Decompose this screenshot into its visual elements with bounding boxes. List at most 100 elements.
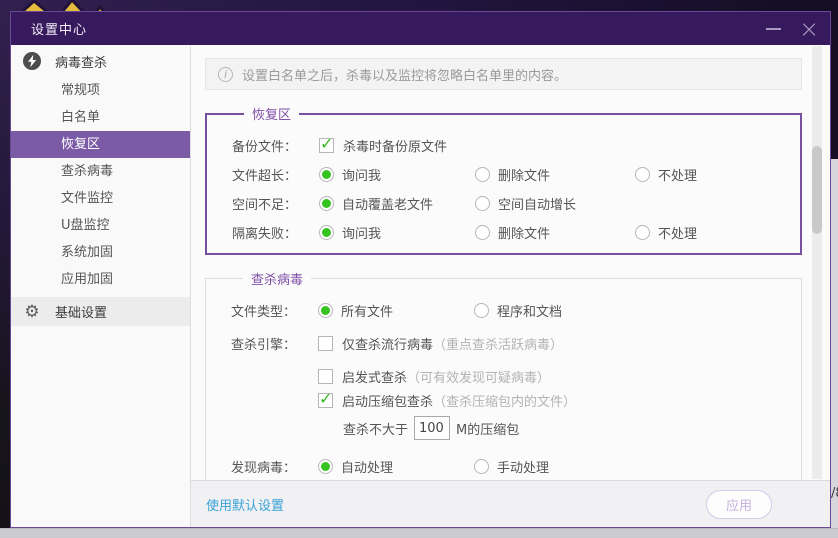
close-icon: ×: [799, 19, 819, 39]
file-too-long-row: 文件超长： 询问我 删除文件 不处理: [232, 160, 800, 189]
sidebar-item-whitelist[interactable]: 白名单: [11, 104, 190, 131]
checkbox-label: 启发式查杀（可有效发现可疑病毒）: [342, 367, 550, 386]
sidebar-group-basic-settings[interactable]: ⚙ 基础设置: [11, 297, 190, 326]
sidebar: 病毒查杀 常规项 白名单 恢复区 查杀病毒 文件监控 U盘监控 系统加固 应用加…: [11, 45, 191, 527]
info-icon: i: [218, 67, 233, 82]
radio-icon: [475, 167, 490, 182]
sidebar-item-scan-virus[interactable]: 查杀病毒: [11, 158, 190, 185]
settings-window: 设置中心 × 病毒查杀 常规项 白名单 恢复区 查杀病毒: [10, 11, 831, 528]
checkbox-hint: （可有效发现可疑病毒）: [407, 371, 550, 386]
minimize-button[interactable]: [760, 16, 786, 42]
radio-file-too-long-delete[interactable]: 删除文件: [475, 165, 635, 184]
sidebar-item-system-hardening[interactable]: 系统加固: [11, 239, 190, 266]
engine-row-popular: 查杀引擎： 仅查杀流行病毒（重点查杀活跃病毒）: [231, 329, 801, 358]
popular-virus-only-checkbox[interactable]: 仅查杀流行病毒（重点查杀活跃病毒）: [318, 334, 563, 353]
sidebar-group-virus-scan[interactable]: 病毒查杀: [11, 45, 190, 77]
radio-label: 自动覆盖老文件: [342, 194, 433, 213]
desktop-background-top: [0, 0, 838, 11]
sidebar-item-recovery[interactable]: 恢复区: [11, 131, 190, 158]
row-label: 空间不足：: [232, 194, 319, 213]
page-indicator: /8: [831, 486, 838, 501]
content-footer: 使用默认设置 应用: [191, 480, 830, 527]
virus-scan-icon: [23, 52, 41, 70]
radio-file-too-long-ask[interactable]: 询问我: [319, 165, 475, 184]
quarantine-fail-row: 隔离失败： 询问我 删除文件 不处理: [232, 218, 800, 247]
desktop-background-left: [0, 11, 10, 528]
radio-icon: [318, 459, 333, 474]
low-space-row: 空间不足： 自动覆盖老文件 空间自动增长: [232, 189, 800, 218]
radio-found-manual[interactable]: 手动处理: [474, 457, 549, 476]
sidebar-item-usb-monitor[interactable]: U盘监控: [11, 212, 190, 239]
radio-label: 自动处理: [341, 457, 393, 476]
checkbox-hint: （查杀压缩包内的文件）: [433, 395, 576, 410]
notice-bar: i 设置白名单之后，杀毒以及监控将忽略白名单里的内容。: [205, 58, 802, 90]
screen: /8 设置中心 × 病毒查杀: [0, 0, 838, 538]
archive-size-input[interactable]: [414, 416, 450, 440]
checkbox-icon: [318, 393, 333, 408]
scrollbar-thumb[interactable]: [812, 146, 822, 234]
use-defaults-link[interactable]: 使用默认设置: [206, 495, 284, 514]
radio-label: 询问我: [342, 165, 381, 184]
radio-label: 询问我: [342, 223, 381, 242]
row-label: 备份文件：: [232, 136, 319, 155]
checkbox-hint: （重点查杀活跃病毒）: [433, 338, 563, 353]
row-label: 文件超长：: [232, 165, 319, 184]
checkbox-label: 启动压缩包查杀（查杀压缩包内的文件）: [342, 391, 576, 410]
vertical-scrollbar[interactable]: [812, 46, 822, 479]
sidebar-item-file-monitor[interactable]: 文件监控: [11, 185, 190, 212]
radio-icon: [319, 225, 334, 240]
radio-icon: [475, 225, 490, 240]
radio-label: 删除文件: [498, 223, 550, 242]
row-label: 查杀引擎：: [231, 334, 318, 353]
radio-label: 不处理: [658, 223, 697, 242]
radio-file-too-long-ignore[interactable]: 不处理: [635, 165, 697, 184]
radio-label: 删除文件: [498, 165, 550, 184]
row-label: 发现病毒：: [231, 457, 318, 476]
radio-file-type-programs-docs[interactable]: 程序和文档: [474, 301, 562, 320]
close-button[interactable]: ×: [796, 16, 822, 42]
sidebar-item-app-hardening[interactable]: 应用加固: [11, 266, 190, 293]
radio-label: 不处理: [658, 165, 697, 184]
radio-low-space-autogrow[interactable]: 空间自动增长: [475, 194, 576, 213]
backup-original-checkbox[interactable]: 杀毒时备份原文件: [319, 136, 447, 155]
checkbox-icon: [319, 138, 334, 153]
radio-icon: [319, 167, 334, 182]
recovery-section-title: 恢复区: [244, 104, 299, 123]
background-window-dark-area: [831, 11, 838, 159]
desktop-background-bottom: [0, 528, 838, 538]
scan-virus-section-title: 查杀病毒: [243, 269, 311, 288]
radio-icon: [635, 225, 650, 240]
gear-icon: ⚙: [23, 302, 41, 322]
desktop-background-right: /8: [831, 11, 838, 528]
radio-low-space-overwrite[interactable]: 自动覆盖老文件: [319, 194, 475, 213]
file-type-row: 文件类型： 所有文件 程序和文档: [231, 296, 801, 325]
apply-button[interactable]: 应用: [706, 490, 772, 519]
sidebar-group-label: 基础设置: [55, 302, 107, 321]
radio-icon: [475, 196, 490, 211]
scan-virus-section: 查杀病毒 文件类型： 所有文件 程序和文档: [205, 269, 802, 480]
radio-quarantine-fail-ask[interactable]: 询问我: [319, 223, 475, 242]
minimize-icon: [766, 28, 781, 30]
engine-row-archive: 启动压缩包查杀（查杀压缩包内的文件）: [231, 386, 801, 415]
radio-label: 程序和文档: [497, 301, 562, 320]
radio-file-type-all[interactable]: 所有文件: [318, 301, 474, 320]
checkbox-label: 仅查杀流行病毒（重点查杀活跃病毒）: [342, 334, 563, 353]
settings-scroll-area: i 设置白名单之后，杀毒以及监控将忽略白名单里的内容。 恢复区 备份文件： 杀毒…: [191, 45, 830, 480]
background-window-light-area: /8: [831, 159, 838, 528]
checkbox-icon: [318, 336, 333, 351]
row-label: 文件类型：: [231, 301, 318, 320]
radio-icon: [474, 303, 489, 318]
archive-scan-checkbox[interactable]: 启动压缩包查杀（查杀压缩包内的文件）: [318, 391, 576, 410]
radio-label: 空间自动增长: [498, 194, 576, 213]
archive-size-suffix: M的压缩包: [456, 419, 519, 438]
radio-found-auto[interactable]: 自动处理: [318, 457, 474, 476]
archive-size-prefix: 查杀不大于: [343, 419, 408, 438]
radio-icon: [318, 303, 333, 318]
notice-text: 设置白名单之后，杀毒以及监控将忽略白名单里的内容。: [242, 65, 567, 84]
radio-quarantine-fail-ignore[interactable]: 不处理: [635, 223, 697, 242]
heuristic-scan-checkbox[interactable]: 启发式查杀（可有效发现可疑病毒）: [318, 367, 550, 386]
radio-label: 手动处理: [497, 457, 549, 476]
radio-quarantine-fail-delete[interactable]: 删除文件: [475, 223, 635, 242]
checkbox-label: 杀毒时备份原文件: [343, 136, 447, 155]
sidebar-item-general[interactable]: 常规项: [11, 77, 190, 104]
